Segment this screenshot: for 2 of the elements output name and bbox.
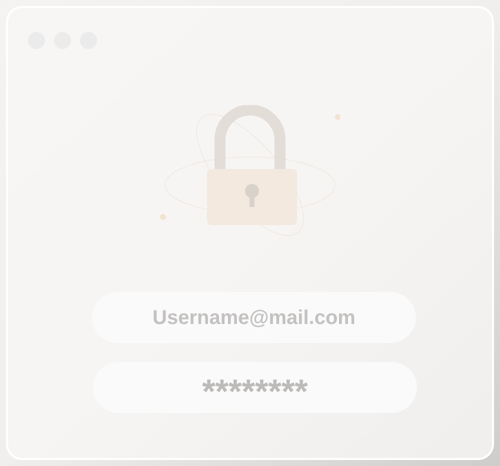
- username-field[interactable]: Username@mail.com: [92, 292, 416, 343]
- password-field[interactable]: ********: [93, 362, 417, 413]
